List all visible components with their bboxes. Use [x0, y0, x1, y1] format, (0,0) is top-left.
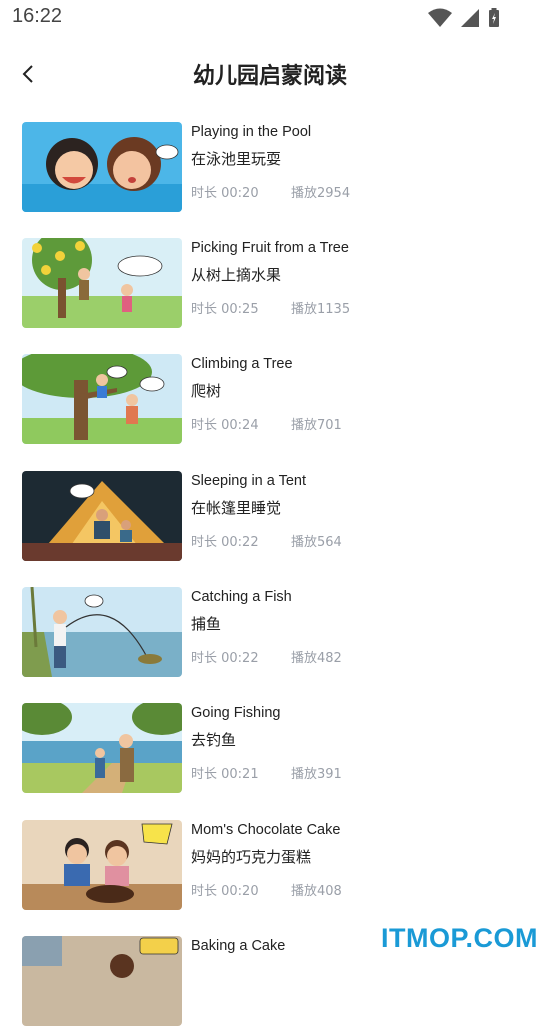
battery-icon	[488, 8, 500, 28]
item-meta: 时长 00:20 播放408	[191, 880, 342, 899]
thumbnail-image	[22, 122, 182, 212]
item-info: Picking Fruit from a Tree 从树上摘水果 时长 00:2…	[191, 238, 522, 328]
item-title-en: Baking a Cake	[191, 938, 286, 954]
item-play-count: 播放408	[291, 884, 342, 899]
thumbnail-image	[22, 936, 182, 1026]
list-item[interactable]: Playing in the Pool 在泳池里玩耍 时长 00:20 播放29…	[22, 122, 522, 212]
item-title-zh: 妈妈的巧克力蛋糕	[191, 848, 312, 866]
item-play-count: 播放1135	[291, 302, 351, 317]
watermark-logo: ITMOP.COM	[381, 923, 539, 953]
item-title-zh: 捕鱼	[191, 615, 222, 633]
item-meta: 时长 00:21 播放391	[191, 763, 342, 782]
item-title-en: Sleeping in a Tent	[191, 473, 307, 489]
item-title-en: Going Fishing	[191, 705, 281, 721]
list-item[interactable]: Sleeping in a Tent 在帐篷里睡觉 时长 00:22 播放564	[22, 471, 522, 561]
item-duration: 时长 00:20	[191, 884, 259, 899]
thumbnail-image	[22, 238, 182, 328]
item-title-en: Mom's Chocolate Cake	[191, 822, 341, 838]
status-icons	[428, 8, 500, 28]
list-item[interactable]: Going Fishing 去钓鱼 时长 00:21 播放391	[22, 703, 522, 793]
item-duration: 时长 00:22	[191, 651, 259, 666]
item-title-en: Picking Fruit from a Tree	[191, 240, 349, 256]
item-play-count: 播放701	[291, 418, 342, 433]
item-title-zh: 在帐篷里睡觉	[191, 499, 282, 517]
list-item[interactable]: Mom's Chocolate Cake 妈妈的巧克力蛋糕 时长 00:20 播…	[22, 820, 522, 910]
item-meta: 时长 00:24 播放701	[191, 414, 342, 433]
wifi-icon	[428, 8, 452, 28]
thumbnail-image	[22, 703, 182, 793]
item-meta: 时长 00:25 播放1135	[191, 298, 350, 317]
item-duration: 时长 00:25	[191, 302, 259, 317]
item-duration: 时长 00:24	[191, 418, 259, 433]
item-title-zh: 爬树	[191, 382, 222, 400]
item-play-count: 播放391	[291, 767, 342, 782]
item-info: Catching a Fish 捕鱼 时长 00:22 播放482	[191, 587, 522, 677]
item-play-count: 播放482	[291, 651, 342, 666]
item-title-en: Catching a Fish	[191, 589, 292, 605]
item-meta: 时长 00:22 播放564	[191, 531, 342, 550]
signal-icon	[460, 8, 480, 28]
thumbnail-image	[22, 471, 182, 561]
item-info: Mom's Chocolate Cake 妈妈的巧克力蛋糕 时长 00:20 播…	[191, 820, 522, 910]
item-duration: 时长 00:22	[191, 535, 259, 550]
item-title-en: Climbing a Tree	[191, 356, 293, 372]
header: 幼儿园启蒙阅读	[0, 52, 540, 96]
item-duration: 时长 00:21	[191, 767, 259, 782]
item-play-count: 播放564	[291, 535, 342, 550]
list-item[interactable]: Catching a Fish 捕鱼 时长 00:22 播放482	[22, 587, 522, 677]
item-title-zh: 去钓鱼	[191, 731, 237, 749]
item-info: Sleeping in a Tent 在帐篷里睡觉 时长 00:22 播放564	[191, 471, 522, 561]
item-meta: 时长 00:22 播放482	[191, 647, 342, 666]
item-title-zh: 在泳池里玩耍	[191, 150, 282, 168]
item-meta: 时长 00:20 播放2954	[191, 182, 350, 201]
item-title-en: Playing in the Pool	[191, 124, 312, 140]
list-item[interactable]: Picking Fruit from a Tree 从树上摘水果 时长 00:2…	[22, 238, 522, 328]
item-info: Playing in the Pool 在泳池里玩耍 时长 00:20 播放29…	[191, 122, 522, 212]
thumbnail-image	[22, 820, 182, 910]
item-duration: 时长 00:20	[191, 186, 259, 201]
item-play-count: 播放2954	[291, 186, 351, 201]
page-title: 幼儿园启蒙阅读	[192, 64, 347, 89]
thumbnail-image	[22, 354, 182, 444]
item-info: Going Fishing 去钓鱼 时长 00:21 播放391	[191, 703, 522, 793]
status-bar: 16:22	[0, 0, 540, 36]
list-item[interactable]: Climbing a Tree 爬树 时长 00:24 播放701	[22, 354, 522, 444]
status-time: 16:22	[12, 5, 63, 27]
thumbnail-image	[22, 587, 182, 677]
item-title-zh: 从树上摘水果	[191, 266, 282, 284]
item-info: Climbing a Tree 爬树 时长 00:24 播放701	[191, 354, 522, 444]
